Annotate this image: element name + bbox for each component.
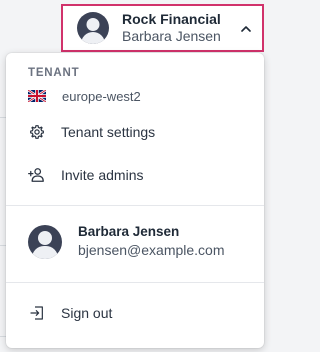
chevron-up-icon bbox=[240, 22, 252, 34]
tenant-region: europe-west2 bbox=[28, 87, 141, 105]
account-summary: Rock Financial Barbara Jensen bbox=[122, 11, 240, 45]
sign-out-button[interactable]: Sign out bbox=[6, 295, 264, 331]
sign-out-icon bbox=[28, 304, 46, 322]
person-add-icon bbox=[28, 166, 46, 184]
gear-icon bbox=[28, 123, 46, 141]
menu-item-label: Invite admins bbox=[61, 167, 144, 183]
region-label: europe-west2 bbox=[62, 88, 141, 104]
user-profile-card: Barbara Jensen bjensen@example.com bbox=[28, 223, 225, 260]
uk-flag-icon bbox=[28, 90, 46, 102]
section-label-tenant: TENANT bbox=[28, 67, 80, 79]
menu-item-tenant-settings[interactable]: Tenant settings bbox=[6, 114, 264, 150]
avatar bbox=[77, 12, 109, 44]
menu-item-invite-admins[interactable]: Invite admins bbox=[6, 157, 264, 193]
company-name: Rock Financial bbox=[122, 11, 221, 28]
account-menu-toggle[interactable]: Rock Financial Barbara Jensen bbox=[61, 4, 264, 52]
menu-item-label: Tenant settings bbox=[61, 124, 156, 140]
divider bbox=[6, 282, 264, 283]
sign-out-label: Sign out bbox=[61, 305, 113, 321]
profile-email: bjensen@example.com bbox=[78, 242, 225, 259]
account-dropdown: TENANT europe-west2 Tenant settings Invi… bbox=[6, 53, 264, 348]
profile-name: Barbara Jensen bbox=[78, 224, 180, 239]
avatar bbox=[28, 224, 62, 259]
divider bbox=[6, 205, 264, 206]
user-name: Barbara Jensen bbox=[122, 28, 221, 44]
